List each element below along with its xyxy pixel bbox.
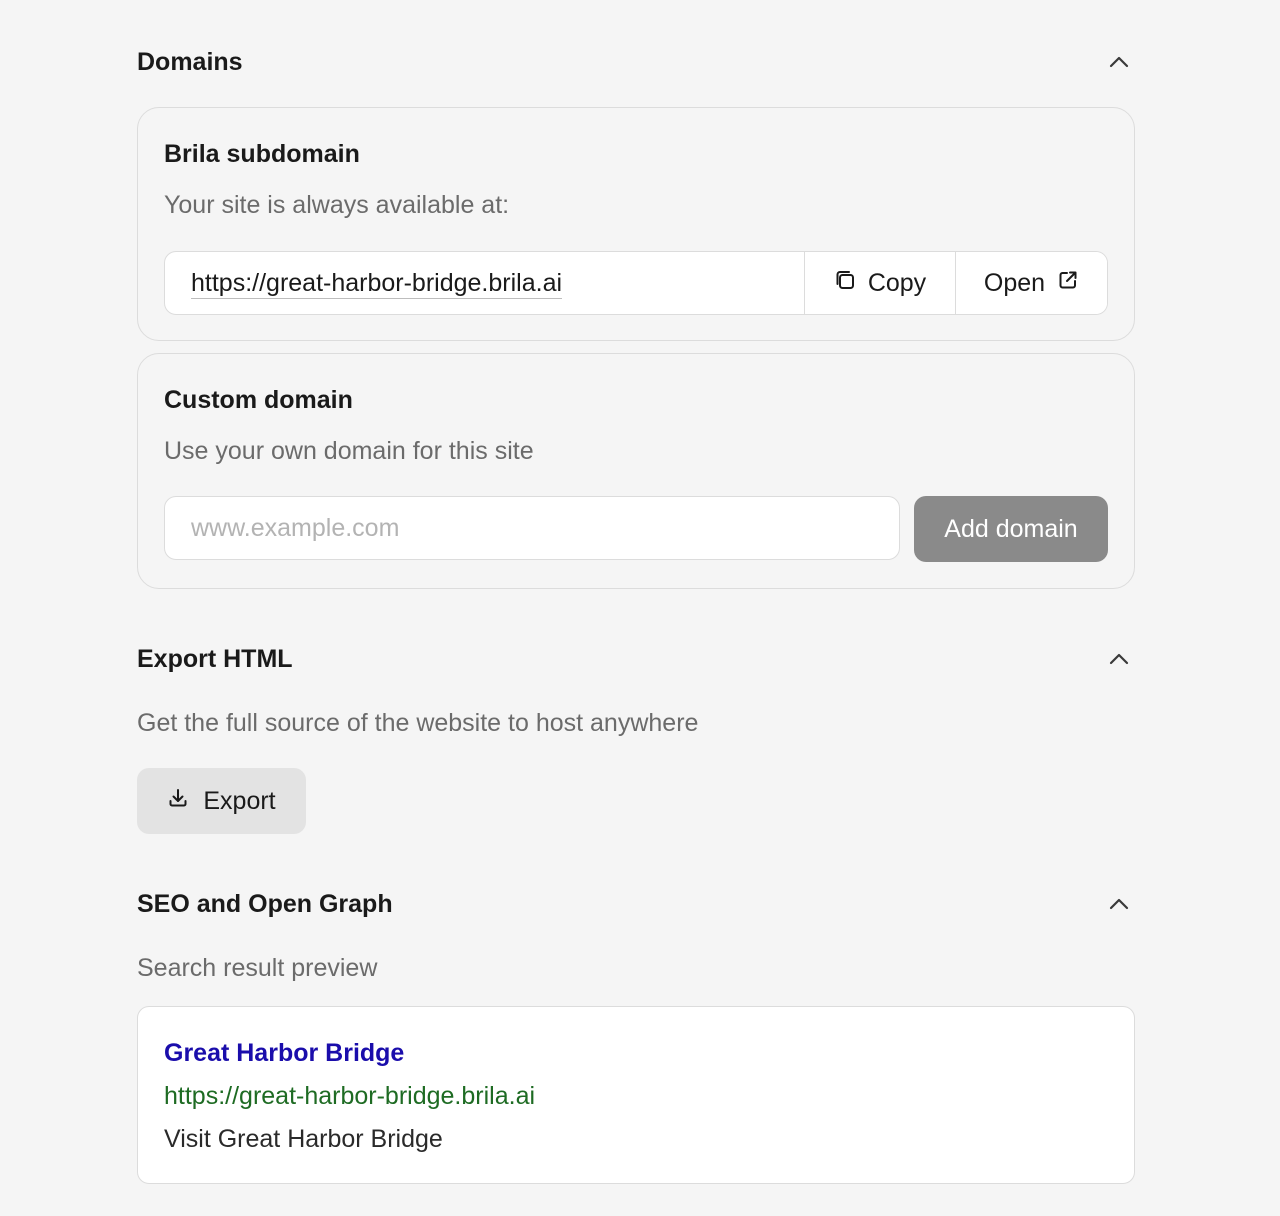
custom-domain-input[interactable] <box>164 496 900 560</box>
open-button-label: Open <box>983 268 1046 297</box>
seo-section-header[interactable]: SEO and Open Graph <box>137 884 1135 924</box>
subdomain-title: Brila subdomain <box>164 140 360 168</box>
subdomain-description: Your site is always available at: <box>164 191 510 219</box>
add-domain-button[interactable]: Add domain <box>914 496 1108 562</box>
subdomain-card: Brila subdomain Your site is always avai… <box>137 107 1135 341</box>
seo-section-title: SEO and Open Graph <box>137 889 393 918</box>
subdomain-url-text: https://great-harbor-bridge.brila.ai <box>191 268 563 299</box>
subdomain-url-field: https://great-harbor-bridge.brila.ai Cop… <box>164 251 1108 315</box>
preview-url: https://great-harbor-bridge.brila.ai <box>164 1082 536 1110</box>
copy-button[interactable]: Copy <box>804 252 955 314</box>
open-button[interactable]: Open <box>955 252 1107 314</box>
export-section-header[interactable]: Export HTML <box>137 639 1135 679</box>
custom-domain-card: Custom domain Use your own domain for th… <box>137 353 1135 589</box>
preview-title: Great Harbor Bridge <box>164 1039 405 1067</box>
chevron-up-icon[interactable] <box>1099 884 1139 924</box>
copy-button-label: Copy <box>867 268 927 297</box>
copy-icon <box>834 269 856 298</box>
custom-domain-title: Custom domain <box>164 386 353 414</box>
search-result-preview: Great Harbor Bridge https://great-harbor… <box>137 1006 1135 1184</box>
custom-domain-description: Use your own domain for this site <box>164 437 534 465</box>
domains-section-title: Domains <box>137 47 243 76</box>
export-button[interactable]: Export <box>137 768 306 834</box>
chevron-up-icon[interactable] <box>1099 639 1139 679</box>
export-description: Get the full source of the website to ho… <box>137 709 699 737</box>
export-button-label: Export <box>203 786 276 815</box>
external-link-icon <box>1057 269 1079 298</box>
chevron-up-icon[interactable] <box>1099 42 1139 82</box>
custom-domain-row: Add domain <box>164 496 1108 562</box>
search-preview-label: Search result preview <box>137 954 378 982</box>
preview-description: Visit Great Harbor Bridge <box>164 1125 443 1153</box>
export-section-title: Export HTML <box>137 644 293 673</box>
download-icon <box>167 787 189 816</box>
domains-section-header[interactable]: Domains <box>137 42 1135 82</box>
subdomain-url[interactable]: https://great-harbor-bridge.brila.ai <box>165 252 804 314</box>
